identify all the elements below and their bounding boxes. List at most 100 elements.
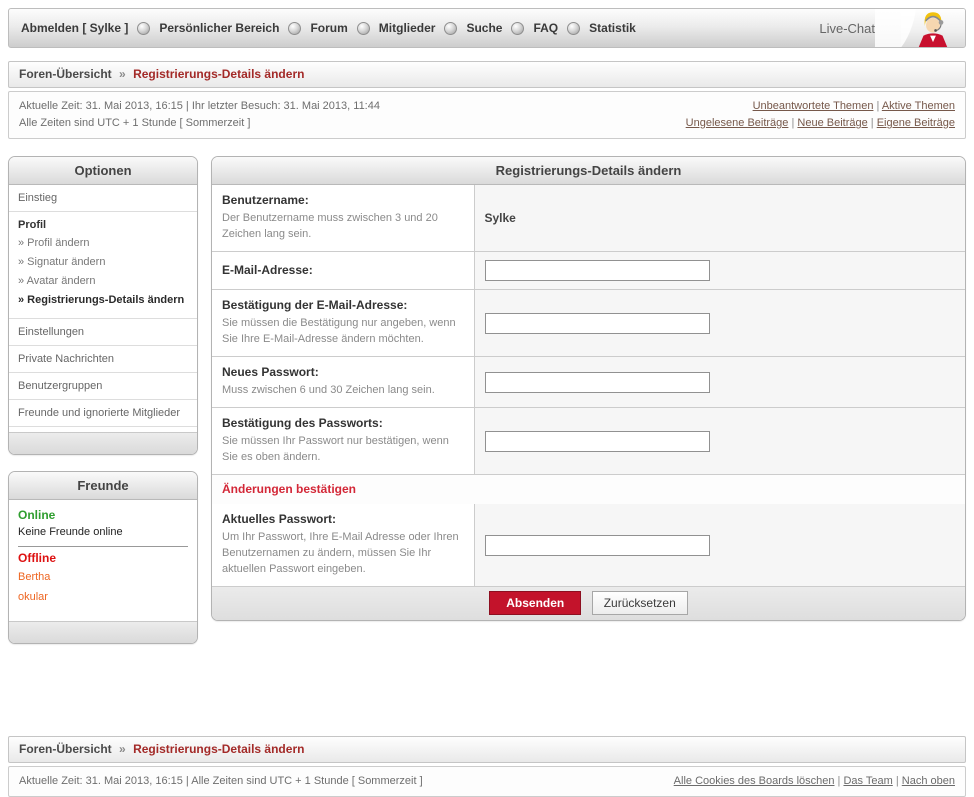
footer-time-text: Aktuelle Zeit: 31. Mai 2013, 16:15 | All…: [19, 773, 423, 790]
registration-form-table: Benutzername: Der Benutzername muss zwis…: [212, 185, 965, 474]
nav-logout-link[interactable]: Abmelden [ Sylke ]: [21, 21, 128, 35]
friend-link-bertha[interactable]: Bertha: [18, 567, 188, 587]
new-password-input[interactable]: [485, 372, 710, 393]
row-current-password: Aktuelles Passwort: Um Ihr Passwort, Ihr…: [212, 504, 965, 586]
breadcrumb-current-link[interactable]: Registrierungs-Details ändern: [133, 67, 304, 81]
field-label-email: E-Mail-Adresse:: [222, 263, 464, 277]
sidebar-item-avatar-aendern[interactable]: » Avatar ändern: [18, 272, 188, 291]
footer-bar: Aktuelle Zeit: 31. Mai 2013, 16:15 | All…: [8, 766, 966, 797]
footer-links: Alle Cookies des Boards löschen | Das Te…: [674, 773, 955, 790]
options-panel-title: Optionen: [9, 157, 197, 185]
password-confirm-input[interactable]: [485, 431, 710, 452]
page: Abmelden [ Sylke ] Persönlicher Bereich …: [0, 0, 974, 797]
sidebar-item-registrierungs-details[interactable]: » Registrierungs-Details ändern: [18, 291, 188, 310]
nav-members-link[interactable]: Mitglieder: [379, 21, 436, 35]
nav-bullet-icon: [288, 22, 301, 35]
sidebar-item-einstellungen[interactable]: Einstellungen: [9, 319, 197, 346]
link-unread-posts[interactable]: Ungelesene Beiträge: [686, 117, 789, 129]
nav-bullet-icon: [357, 22, 370, 35]
nav-search-link[interactable]: Suche: [466, 21, 502, 35]
nav-bullet-icon: [567, 22, 580, 35]
row-email: E-Mail-Adresse:: [212, 252, 965, 290]
field-desc-benutzername: Der Benutzername muss zwischen 3 und 20 …: [222, 210, 464, 242]
link-unanswered-topics[interactable]: Unbeantwortete Themen: [753, 100, 874, 112]
current-time-text: Aktuelle Zeit: 31. Mai 2013, 16:15 | Ihr…: [19, 98, 380, 115]
live-chat-avatar-icon: [901, 8, 965, 48]
sidebar-item-einstieg[interactable]: Einstieg: [9, 185, 197, 212]
confirm-changes-section-header: Änderungen bestätigen: [212, 474, 965, 504]
row-new-password: Neues Passwort: Muss zwischen 6 und 30 Z…: [212, 357, 965, 408]
email-input[interactable]: [485, 260, 710, 281]
quick-links: Unbeantwortete Themen | Aktive Themen Un…: [686, 98, 955, 132]
friends-panel-title: Freunde: [9, 472, 197, 500]
breadcrumb-separator: »: [119, 742, 126, 756]
breadcrumb-root-link[interactable]: Foren-Übersicht: [19, 742, 112, 756]
sidebar-item-profil-aendern[interactable]: » Profil ändern: [18, 234, 188, 253]
top-nav-links: Abmelden [ Sylke ] Persönlicher Bereich …: [21, 21, 636, 35]
options-panel-footer: [9, 432, 197, 454]
friends-offline-header: Offline: [18, 551, 188, 567]
field-desc-password-confirm: Sie müssen Ihr Passwort nur bestätigen, …: [222, 433, 464, 465]
friends-online-header: Online: [18, 508, 188, 522]
row-benutzername: Benutzername: Der Benutzername muss zwis…: [212, 185, 965, 252]
field-label-benutzername: Benutzername:: [222, 193, 464, 207]
friends-divider: [18, 546, 188, 547]
field-desc-email-confirm: Sie müssen die Bestätigung nur angeben, …: [222, 315, 464, 347]
field-label-password-confirm: Bestätigung des Passworts:: [222, 416, 464, 430]
breadcrumb-separator: »: [119, 67, 126, 81]
link-back-to-top[interactable]: Nach oben: [902, 775, 955, 787]
friends-panel: Freunde Online Keine Freunde online Offl…: [8, 471, 198, 644]
reset-button[interactable]: Zurücksetzen: [592, 591, 688, 615]
sidebar-item-private-nachrichten[interactable]: Private Nachrichten: [9, 346, 197, 373]
friends-panel-footer: [9, 621, 197, 643]
submit-button[interactable]: Absenden: [489, 591, 581, 615]
sidebar-group-profil-title: Profil: [18, 219, 188, 231]
sidebar-item-benutzergruppen[interactable]: Benutzergruppen: [9, 373, 197, 400]
sidebar: Optionen Einstieg Profil » Profil ändern…: [8, 156, 198, 644]
link-the-team[interactable]: Das Team: [843, 775, 892, 787]
sidebar-group-profil: Profil » Profil ändern » Signatur ändern…: [9, 212, 197, 319]
username-value: Sylke: [485, 211, 516, 225]
spacer: [8, 644, 966, 736]
email-confirm-input[interactable]: [485, 313, 710, 334]
top-nav-bar: Abmelden [ Sylke ] Persönlicher Bereich …: [8, 8, 966, 48]
nav-bullet-icon: [511, 22, 524, 35]
sidebar-item-freunde-ignorierte[interactable]: Freunde und ignorierte Mitglieder: [9, 400, 197, 426]
nav-forum-link[interactable]: Forum: [310, 21, 347, 35]
session-times: Aktuelle Zeit: 31. Mai 2013, 16:15 | Ihr…: [19, 98, 380, 132]
friends-online-empty-text: Keine Freunde online: [18, 522, 188, 544]
link-own-posts[interactable]: Eigene Beiträge: [877, 117, 955, 129]
nav-faq-link[interactable]: FAQ: [533, 21, 558, 35]
field-label-new-password: Neues Passwort:: [222, 365, 464, 379]
current-password-input[interactable]: [485, 535, 710, 556]
form-buttons-bar: Absenden Zurücksetzen: [212, 586, 965, 620]
sidebar-item-signatur-aendern[interactable]: » Signatur ändern: [18, 253, 188, 272]
registration-details-panel: Registrierungs-Details ändern Benutzerna…: [211, 156, 966, 621]
link-active-topics[interactable]: Aktive Themen: [882, 100, 955, 112]
link-delete-cookies[interactable]: Alle Cookies des Boards löschen: [674, 775, 835, 787]
form-title: Registrierungs-Details ändern: [212, 157, 965, 185]
timezone-text: Alle Zeiten sind UTC + 1 Stunde [ Sommer…: [19, 115, 380, 132]
friends-list: Online Keine Freunde online Offline Bert…: [9, 500, 197, 621]
field-desc-new-password: Muss zwischen 6 und 30 Zeichen lang sein…: [222, 382, 464, 398]
breadcrumb-bottom: Foren-Übersicht » Registrierungs-Details…: [8, 736, 966, 763]
field-label-email-confirm: Bestätigung der E-Mail-Adresse:: [222, 298, 464, 312]
nav-stats-link[interactable]: Statistik: [589, 21, 636, 35]
row-email-confirm: Bestätigung der E-Mail-Adresse: Sie müss…: [212, 290, 965, 357]
options-panel: Optionen Einstieg Profil » Profil ändern…: [8, 156, 198, 455]
link-new-posts[interactable]: Neue Beiträge: [797, 117, 867, 129]
nav-bullet-icon: [444, 22, 457, 35]
breadcrumb-root-link[interactable]: Foren-Übersicht: [19, 67, 112, 81]
field-desc-current-password: Um Ihr Passwort, Ihre E-Mail Adresse ode…: [222, 529, 464, 577]
session-info-bar: Aktuelle Zeit: 31. Mai 2013, 16:15 | Ihr…: [8, 91, 966, 139]
field-label-current-password: Aktuelles Passwort:: [222, 512, 464, 526]
row-password-confirm: Bestätigung des Passworts: Sie müssen Ih…: [212, 408, 965, 475]
confirm-form-table: Aktuelles Passwort: Um Ihr Passwort, Ihr…: [212, 504, 965, 586]
nav-bullet-icon: [137, 22, 150, 35]
breadcrumb: Foren-Übersicht » Registrierungs-Details…: [8, 61, 966, 88]
live-chat-link[interactable]: Live-Chat: [819, 9, 965, 47]
nav-ucp-link[interactable]: Persönlicher Bereich: [159, 21, 279, 35]
content-column: Registrierungs-Details ändern Benutzerna…: [211, 156, 966, 621]
friend-link-okular[interactable]: okular: [18, 587, 188, 607]
breadcrumb-current-link[interactable]: Registrierungs-Details ändern: [133, 742, 304, 756]
